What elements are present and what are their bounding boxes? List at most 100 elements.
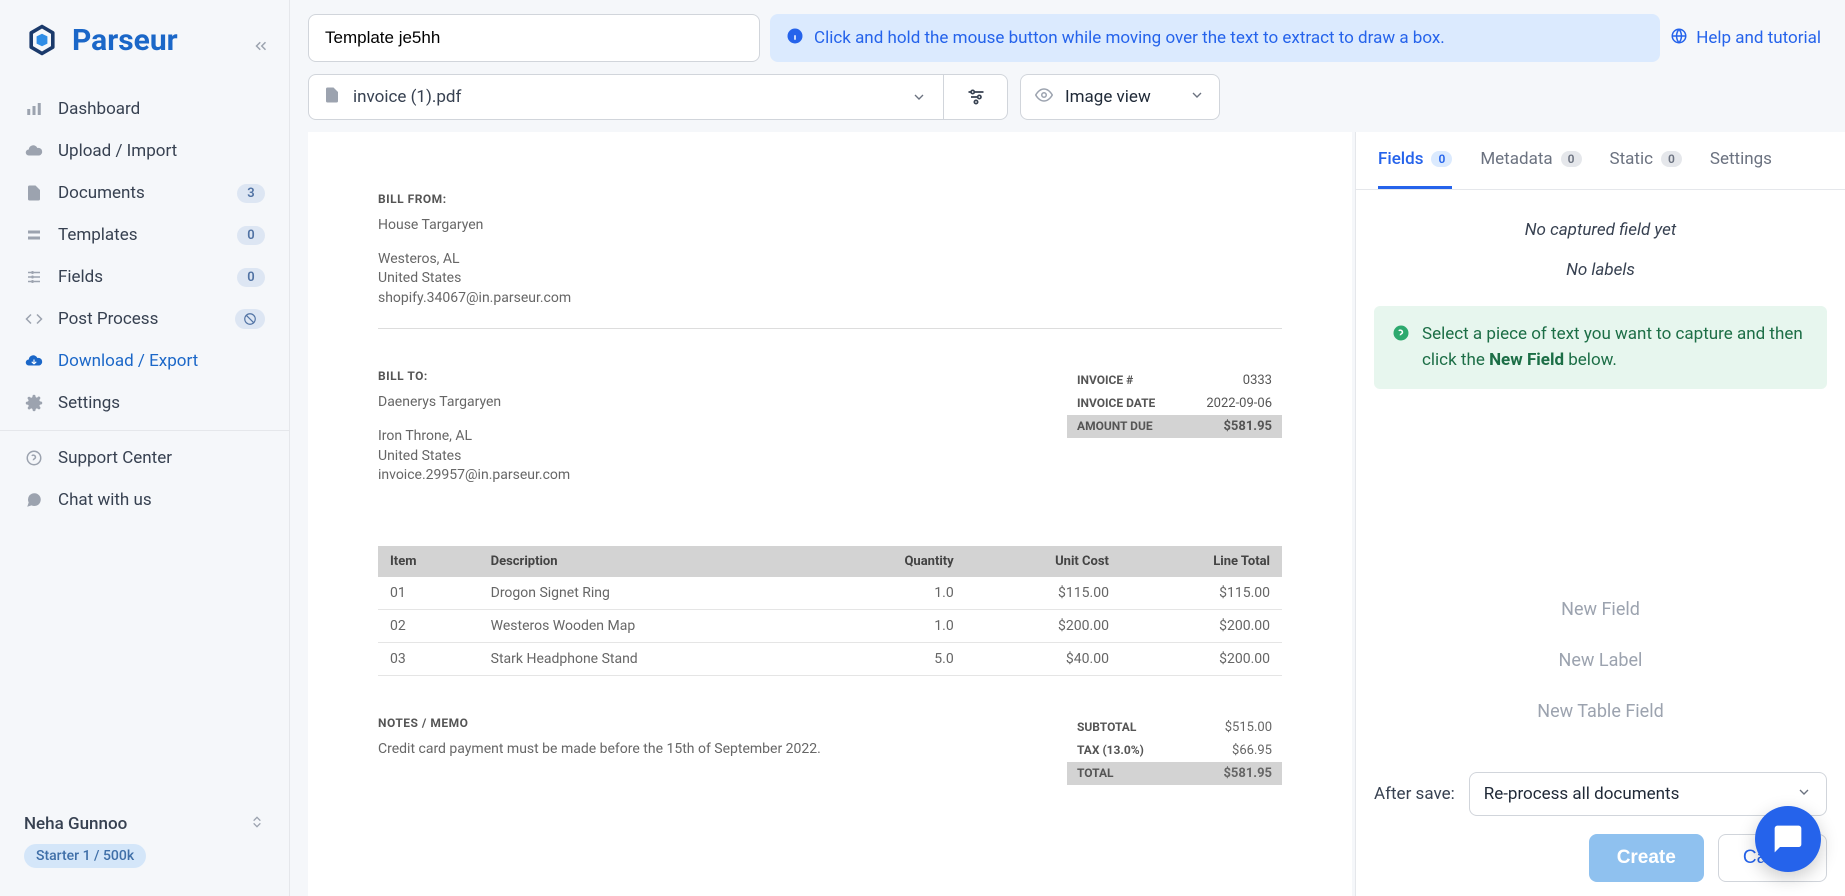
bill-from-name: House Targaryen [378, 216, 1282, 236]
sidebar-header: Parseur [0, 0, 289, 80]
nav-dashboard[interactable]: Dashboard [0, 88, 289, 130]
hint-box: Select a piece of text you want to captu… [1374, 306, 1827, 389]
download-icon [24, 351, 44, 371]
panel-actions: New Field New Label New Table Field [1374, 573, 1827, 748]
document-pane: BILL FROM: House Targaryen Westeros, AL … [290, 132, 1355, 896]
bill-from-title: BILL FROM: [378, 192, 1282, 206]
invoice-meta: INVOICE #0333 INVOICE DATE2022-09-06 AMO… [1067, 369, 1282, 438]
chevron-down-icon [1189, 87, 1205, 107]
nav-badge: 0 [237, 268, 265, 287]
nav-label: Post Process [58, 309, 221, 329]
nav-support[interactable]: Support Center [0, 437, 289, 479]
nav-label: Documents [58, 183, 223, 203]
main: Click and hold the mouse button while mo… [290, 0, 1845, 896]
nav-badge-disabled [235, 309, 265, 329]
dashboard-icon [24, 99, 44, 119]
info-icon [786, 27, 804, 50]
bill-to-title: BILL TO: [378, 369, 1027, 383]
swap-icon [249, 814, 265, 834]
nav-label: Chat with us [58, 490, 265, 510]
chevron-down-icon [1796, 784, 1812, 805]
code-icon [24, 309, 44, 329]
file-icon [323, 86, 341, 108]
nav-badge: 0 [237, 226, 265, 245]
nav: Dashboard Upload / Import Documents 3 Te… [0, 80, 289, 796]
nav-label: Templates [58, 225, 223, 245]
after-save-label: After save: [1374, 784, 1455, 804]
topbar: Click and hold the mouse button while mo… [290, 0, 1845, 62]
help-icon [1392, 324, 1410, 373]
nav-templates[interactable]: Templates 0 [0, 214, 289, 256]
nav-post-process[interactable]: Post Process [0, 298, 289, 340]
bill-from-addr: Westeros, AL [378, 250, 1282, 270]
parseur-logo [24, 22, 60, 58]
nav-documents[interactable]: Documents 3 [0, 172, 289, 214]
tabs: Fields 0 Metadata 0 Static 0 Settings [1356, 132, 1845, 190]
table-row: 01Drogon Signet Ring1.0$115.00$115.00 [378, 577, 1282, 610]
nav-upload[interactable]: Upload / Import [0, 130, 289, 172]
collapse-sidebar-button[interactable] [245, 30, 277, 62]
invoice-page: BILL FROM: House Targaryen Westeros, AL … [308, 132, 1352, 845]
fields-icon [24, 267, 44, 287]
right-panel: Fields 0 Metadata 0 Static 0 Settings [1355, 132, 1845, 896]
chat-fab[interactable] [1755, 806, 1821, 872]
chat-icon [24, 490, 44, 510]
empty-fields-message: No captured field yet [1374, 220, 1827, 240]
nav-label: Upload / Import [58, 141, 265, 161]
nav-label: Support Center [58, 448, 265, 468]
upload-icon [24, 141, 44, 161]
tab-metadata[interactable]: Metadata 0 [1480, 132, 1581, 189]
nav-label: Download / Export [58, 351, 265, 371]
nav-label: Dashboard [58, 99, 265, 119]
new-field-button[interactable]: New Field [1547, 593, 1654, 626]
bill-from-country: United States [378, 269, 1282, 289]
content-split: BILL FROM: House Targaryen Westeros, AL … [290, 132, 1845, 896]
template-name-input[interactable] [308, 14, 760, 62]
view-label: Image view [1065, 87, 1177, 107]
view-selector[interactable]: Image view [1020, 74, 1220, 120]
bill-to-addr: Iron Throne, AL [378, 427, 1027, 447]
new-label-button[interactable]: New Label [1545, 644, 1657, 677]
info-bar: Click and hold the mouse button while mo… [770, 14, 1660, 62]
help-text: Help and tutorial [1696, 28, 1821, 48]
user-name: Neha Gunnoo [24, 814, 241, 834]
tab-settings[interactable]: Settings [1710, 132, 1772, 189]
document-viewer[interactable]: BILL FROM: House Targaryen Westeros, AL … [308, 132, 1352, 896]
hint-text: Select a piece of text you want to captu… [1422, 322, 1809, 373]
items-table: Item Description Quantity Unit Cost Line… [378, 546, 1282, 676]
empty-labels-message: No labels [1374, 260, 1827, 280]
nav-divider [0, 430, 289, 431]
notes-title: NOTES / MEMO [378, 716, 1027, 730]
globe-icon [1670, 27, 1688, 50]
help-link[interactable]: Help and tutorial [1670, 27, 1827, 50]
tab-static[interactable]: Static 0 [1610, 132, 1682, 189]
panel-body: No captured field yet No labels Select a… [1356, 190, 1845, 772]
create-button[interactable]: Create [1589, 834, 1704, 882]
nav-fields[interactable]: Fields 0 [0, 256, 289, 298]
plan-badge: Starter 1 / 500k [24, 844, 146, 868]
tab-fields[interactable]: Fields 0 [1378, 132, 1452, 189]
nav-settings[interactable]: Settings [0, 382, 289, 424]
table-row: 03Stark Headphone Stand5.0$40.00$200.00 [378, 642, 1282, 675]
secondbar: invoice (1).pdf Image view [290, 62, 1845, 132]
sidebar: Parseur Dashboard Upload / Import Docume… [0, 0, 290, 896]
nav-chat[interactable]: Chat with us [0, 479, 289, 521]
bill-from-email: shopify.34067@in.parseur.com [378, 289, 1282, 309]
table-row: 02Westeros Wooden Map1.0$200.00$200.00 [378, 609, 1282, 642]
info-text: Click and hold the mouse button while mo… [814, 28, 1445, 48]
eye-icon [1035, 86, 1053, 108]
filter-settings-button[interactable] [943, 75, 1007, 119]
file-selector[interactable]: invoice (1).pdf [308, 74, 1008, 120]
totals: SUBTOTAL$515.00 TAX (13.0%)$66.95 TOTAL$… [1067, 716, 1282, 785]
nav-download-export[interactable]: Download / Export [0, 340, 289, 382]
file-name: invoice (1).pdf [353, 87, 461, 107]
new-table-field-button[interactable]: New Table Field [1523, 695, 1677, 728]
bill-to-email: invoice.29957@in.parseur.com [378, 466, 1027, 486]
gear-icon [24, 393, 44, 413]
bill-to-name: Daenerys Targaryen [378, 393, 1027, 413]
notes-text: Credit card payment must be made before … [378, 740, 1027, 760]
brand-name: Parseur [72, 23, 178, 58]
nav-badge: 3 [237, 184, 265, 203]
chevron-down-icon[interactable] [895, 75, 943, 119]
user-selector[interactable]: Neha Gunnoo [24, 814, 265, 834]
